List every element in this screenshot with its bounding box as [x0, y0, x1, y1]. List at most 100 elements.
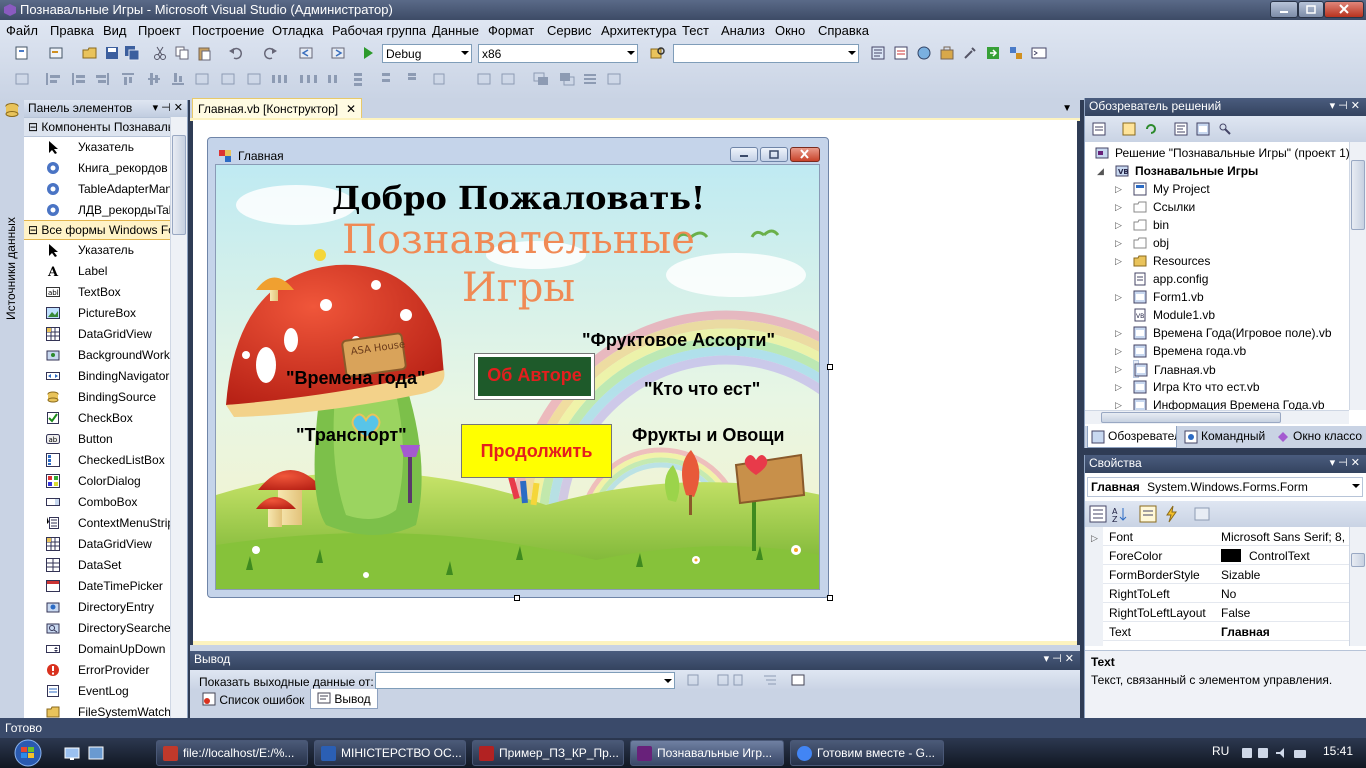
- toolbox-item[interactable]: BindingSource: [24, 387, 170, 408]
- form-maximize-button[interactable]: [760, 147, 788, 162]
- menu-debug[interactable]: Отладка: [272, 23, 323, 38]
- refresh-icon[interactable]: [1143, 121, 1159, 137]
- taskbar-item[interactable]: Пример_ПЗ_КР_Пр...: [472, 740, 624, 766]
- toolbox-group-all-forms[interactable]: ⊟ Все формы Windows Forms: [24, 220, 170, 240]
- tab-main-designer[interactable]: Главная.vb [Конструктор] ✕: [192, 98, 362, 120]
- toolbox-item[interactable]: DataSet: [24, 555, 170, 576]
- property-row[interactable]: RightToLeft No: [1103, 584, 1361, 603]
- solution-platform-dropdown[interactable]: x86: [478, 44, 638, 63]
- toolbox-item[interactable]: ContextMenuStrip: [24, 513, 170, 534]
- toolbox-item[interactable]: A Label: [24, 261, 170, 282]
- maximize-button[interactable]: [1298, 1, 1324, 18]
- command-window-icon[interactable]: [1031, 45, 1047, 61]
- toolbox-item[interactable]: ЛДВ_рекордыTableAdapter: [24, 200, 170, 221]
- save-icon[interactable]: [104, 45, 120, 61]
- scrollbar-thumb[interactable]: [172, 135, 186, 235]
- menu-edit[interactable]: Правка: [50, 23, 94, 38]
- menu-project[interactable]: Проект: [138, 23, 181, 38]
- expand-arrow-icon[interactable]: ▷: [1115, 202, 1122, 213]
- panel-pin-close-icons[interactable]: ▾ ⊣ ✕: [1330, 99, 1360, 112]
- label-seasons[interactable]: "Времена года": [286, 368, 426, 389]
- scrollbar-thumb[interactable]: [1351, 553, 1365, 567]
- find-in-files-icon[interactable]: [650, 45, 666, 61]
- toolbox-item[interactable]: DirectoryEntry: [24, 597, 170, 618]
- expand-arrow-icon[interactable]: ▷: [1115, 364, 1122, 375]
- layout-toolbar-icons[interactable]: [10, 70, 640, 88]
- toolbox-item[interactable]: BindingNavigator: [24, 366, 170, 387]
- object-browser-icon[interactable]: [916, 45, 932, 61]
- tray-icons[interactable]: [1240, 744, 1312, 762]
- toolbox-item[interactable]: DateTimePicker: [24, 576, 170, 597]
- toolbox-item[interactable]: ErrorProvider: [24, 660, 170, 681]
- menu-analyze[interactable]: Анализ: [721, 23, 765, 38]
- menu-tools[interactable]: Сервис: [547, 23, 592, 38]
- navigate-back-icon[interactable]: [298, 45, 314, 61]
- menu-test[interactable]: Тест: [682, 23, 709, 38]
- switch-windows-icon[interactable]: [88, 746, 104, 762]
- tab-error-list[interactable]: Список ошибок: [198, 690, 308, 709]
- menu-window[interactable]: Окно: [775, 23, 805, 38]
- form-minimize-button[interactable]: [730, 147, 758, 162]
- property-row[interactable]: FontMicrosoft Sans Serif; 8,25pt: [1103, 527, 1361, 546]
- extension-manager-icon[interactable]: [1008, 45, 1024, 61]
- toolbox-item[interactable]: PictureBox: [24, 303, 170, 324]
- data-sources-tab-label[interactable]: Источники данных: [4, 217, 18, 320]
- solution-configuration-dropdown[interactable]: Debug: [382, 44, 472, 63]
- menu-team[interactable]: Рабочая группа: [332, 23, 426, 38]
- chevron-down-icon[interactable]: ▼: [1062, 103, 1072, 114]
- tab-team-explorer[interactable]: Командный обозреватель: [1181, 426, 1269, 448]
- toolbox-item[interactable]: Книга_рекордов: [24, 158, 170, 179]
- menu-build[interactable]: Построение: [192, 23, 264, 38]
- expand-arrow-icon[interactable]: ▷: [1115, 238, 1122, 249]
- events-lightning-icon[interactable]: [1163, 505, 1181, 523]
- panel-pin-close-icons[interactable]: ▾ ⊣ ✕: [1330, 456, 1360, 469]
- expand-arrow-icon[interactable]: ▷: [1115, 220, 1122, 231]
- toolbox-item[interactable]: ComboBox: [24, 492, 170, 513]
- expand-arrow-icon[interactable]: ◢: [1097, 166, 1104, 177]
- menu-format[interactable]: Формат: [488, 23, 534, 38]
- toolbox-item[interactable]: CheckedListBox: [24, 450, 170, 471]
- taskbar-item[interactable]: Готовим вместе - G...: [790, 740, 944, 766]
- panel-pin-close-icons[interactable]: ▾ ⊣ ✕: [153, 101, 183, 114]
- tab-class-view[interactable]: Окно классов: [1273, 426, 1363, 448]
- scrollbar-thumb[interactable]: [1101, 412, 1281, 423]
- properties-view-icon[interactable]: [1139, 505, 1157, 523]
- show-all-files-icon[interactable]: [1121, 121, 1137, 137]
- property-row[interactable]: ForeColor ControlText: [1103, 546, 1361, 565]
- taskbar-item[interactable]: МІНІСТЕРСТВО ОС...: [314, 740, 466, 766]
- alphabetical-icon[interactable]: AZ: [1111, 505, 1129, 523]
- toolbox-icon[interactable]: [939, 45, 955, 61]
- label-transport[interactable]: "Транспорт": [296, 425, 407, 446]
- menu-architecture[interactable]: Архитектура: [601, 23, 676, 38]
- expand-arrow-icon[interactable]: ▷: [1091, 533, 1098, 544]
- taskbar-item-active[interactable]: Познавальные Игр...: [630, 740, 784, 766]
- property-pages-icon[interactable]: [1193, 505, 1211, 523]
- resize-handle-bottom-right[interactable]: [827, 595, 833, 601]
- start-page-icon[interactable]: [985, 45, 1001, 61]
- toolbox-item[interactable]: Указатель: [24, 137, 170, 158]
- new-project-icon[interactable]: [14, 45, 30, 61]
- property-row[interactable]: FormBorderStyle Sizable: [1103, 565, 1361, 584]
- about-author-button[interactable]: Об Авторе: [474, 353, 595, 400]
- undo-icon[interactable]: [228, 45, 244, 61]
- expand-arrow-icon[interactable]: ▷: [1115, 184, 1122, 195]
- toolbox-item[interactable]: DirectorySearcher: [24, 618, 170, 639]
- scrollbar-thumb[interactable]: [1351, 160, 1365, 230]
- tree-item-selected[interactable]: Главная.vb: [1133, 360, 1216, 378]
- form-close-button[interactable]: [790, 147, 820, 162]
- solution-horizontal-scrollbar[interactable]: [1085, 410, 1349, 424]
- toolbox-item[interactable]: CheckBox: [24, 408, 170, 429]
- view-designer-icon[interactable]: [1195, 121, 1211, 137]
- output-source-dropdown[interactable]: [375, 672, 675, 689]
- save-all-icon[interactable]: [124, 45, 140, 61]
- toolbox-item[interactable]: abl TextBox: [24, 282, 170, 303]
- toolbox-item[interactable]: Указатель: [24, 240, 170, 261]
- label-fruit-assorti[interactable]: "Фруктовое Ассорти": [582, 330, 775, 351]
- properties-scrollbar[interactable]: [1349, 527, 1366, 646]
- property-row[interactable]: RightToLeftLayout False: [1103, 603, 1361, 622]
- expand-arrow-icon[interactable]: ▷: [1115, 400, 1122, 410]
- tools-options-icon[interactable]: [962, 45, 978, 61]
- data-sources-strip[interactable]: Источники данных: [0, 100, 24, 718]
- property-row[interactable]: Text Главная: [1103, 622, 1361, 641]
- add-item-icon[interactable]: [48, 45, 64, 61]
